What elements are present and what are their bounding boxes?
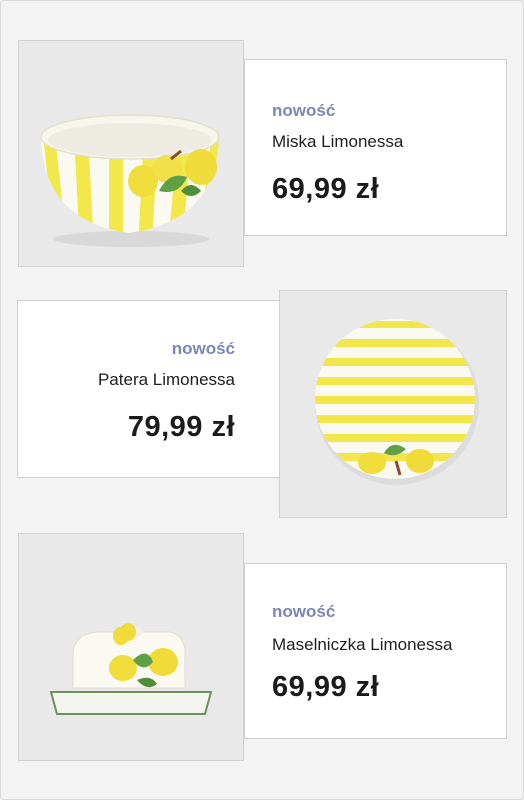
new-badge: nowość [272, 602, 336, 621]
product-name[interactable]: Miska Limonessa [272, 132, 403, 152]
product-card-butter-dish[interactable]: nowość Maselniczka Limonessa 69,99 zł [244, 563, 507, 739]
product-image-bowl[interactable] [18, 40, 244, 267]
product-name[interactable]: Maselniczka Limonessa [272, 635, 452, 655]
new-badge: nowość [171, 339, 235, 358]
product-price: 69,99 zł [272, 173, 380, 205]
product-image-butter-dish[interactable] [18, 533, 244, 761]
product-name[interactable]: Patera Limonessa [98, 370, 235, 390]
new-badge: nowość [272, 101, 336, 120]
product-price: 79,99 zł [127, 411, 235, 443]
product-image-plate[interactable] [279, 290, 507, 518]
plate-illustration [315, 319, 479, 485]
product-price: 69,99 zł [272, 671, 380, 703]
butter-dish-illustration [49, 623, 213, 715]
product-card-bowl[interactable]: nowość Miska Limonessa 69,99 zł [244, 59, 507, 236]
product-card-plate[interactable]: nowość Patera Limonessa 79,99 zł [17, 300, 280, 478]
bowl-illustration [40, 114, 220, 247]
